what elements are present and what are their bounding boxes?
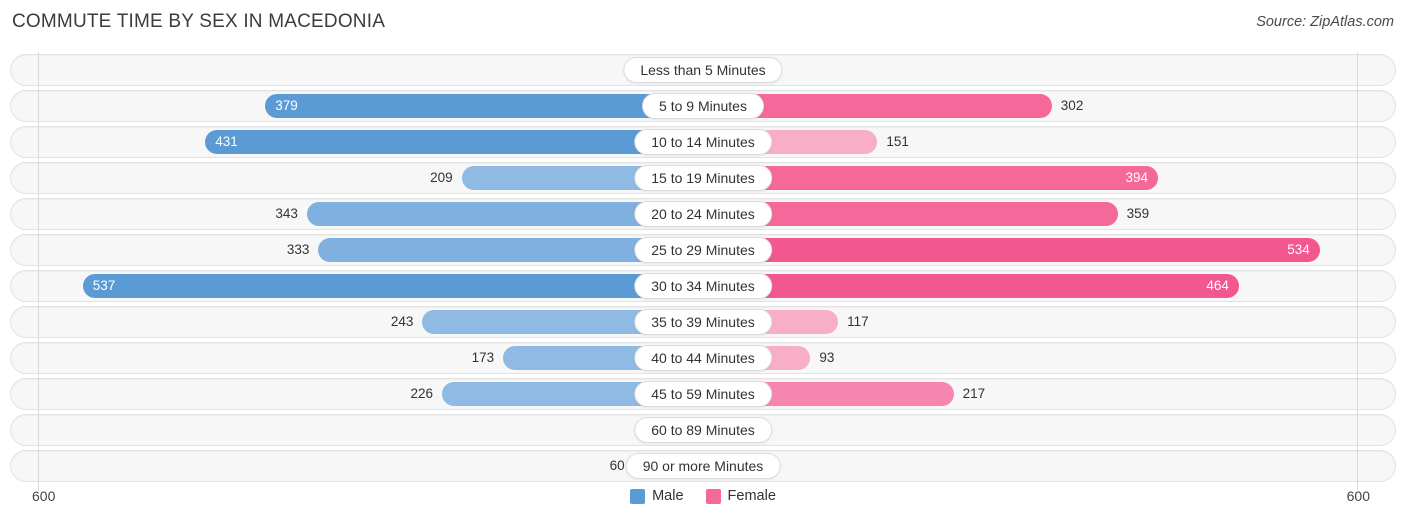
chart-row: 537 464 30 to 34 Minutes [10, 268, 1396, 304]
category-label: 20 to 24 Minutes [634, 201, 772, 227]
female-value-label: 302 [1060, 98, 1084, 114]
male-side: 333 [10, 234, 703, 266]
female-side: 117 [703, 306, 1396, 338]
axis-line-right [1357, 52, 1358, 490]
female-side: 151 [703, 126, 1396, 158]
male-side: 379 [10, 90, 703, 122]
category-label: 90 or more Minutes [625, 453, 781, 479]
axis-max-right-label: 600 [1346, 488, 1370, 504]
chart-row: 601890 or more Minutes [10, 448, 1396, 484]
male-side: 343 [10, 198, 703, 230]
category-label: 25 to 29 Minutes [634, 237, 772, 263]
male-bar[interactable]: 379 [265, 94, 703, 118]
male-value-label: 431 [215, 134, 238, 150]
male-side: 32 [10, 54, 703, 86]
female-side: 17 [703, 54, 1396, 86]
category-label: 45 to 59 Minutes [634, 381, 772, 407]
chart-row: 243 117 35 to 39 Minutes [10, 304, 1396, 340]
category-label: 40 to 44 Minutes [634, 345, 772, 371]
male-side: 34 [10, 414, 703, 446]
chart-row: 333 534 25 to 29 Minutes [10, 232, 1396, 268]
category-label: Less than 5 Minutes [623, 57, 783, 83]
chart-row: 379 302 5 to 9 Minutes [10, 88, 1396, 124]
male-bar[interactable]: 537 [82, 274, 703, 298]
legend-swatch-female [705, 488, 721, 504]
male-value-label: 343 [275, 206, 298, 222]
chart-row: 226 217 45 to 59 Minutes [10, 376, 1396, 412]
diverging-bar-plot: 3217Less than 5 Minutes 379 302 5 to 9 Minu… [10, 52, 1396, 490]
legend-item-female[interactable]: Female [705, 488, 776, 504]
chart-row: 3217Less than 5 Minutes [10, 52, 1396, 88]
female-value-label: 117 [847, 314, 869, 330]
male-side: 226 [10, 378, 703, 410]
male-bar[interactable]: 431 [205, 130, 703, 154]
category-label: 35 to 39 Minutes [634, 309, 772, 335]
male-value-label: 209 [430, 170, 453, 186]
legend-swatch-male [630, 488, 646, 504]
female-value-label: 151 [886, 134, 909, 150]
male-side: 431 [10, 126, 703, 158]
source-attribution: Source: ZipAtlas.com [1256, 14, 1394, 30]
male-side: 537 [10, 270, 703, 302]
female-side: 359 [703, 198, 1396, 230]
male-value-label: 226 [410, 386, 433, 402]
chart-row: 173 93 40 to 44 Minutes [10, 340, 1396, 376]
chart-page: COMMUTE TIME BY SEX IN MACEDONIA Source:… [0, 0, 1406, 523]
female-bar[interactable]: 464 [703, 274, 1239, 298]
female-value-label: 394 [1125, 170, 1149, 186]
chart-footer: 600 Male Female 600 [10, 486, 1396, 520]
female-value-label: 534 [1287, 242, 1310, 258]
female-bar[interactable]: 534 [703, 238, 1320, 262]
female-side: 534 [703, 234, 1396, 266]
chart-legend: Male Female [10, 488, 1396, 504]
category-label: 5 to 9 Minutes [642, 93, 764, 119]
female-value-label: 217 [962, 386, 986, 402]
chart-row: 431 151 10 to 14 Minutes [10, 124, 1396, 160]
male-side: 243 [10, 306, 703, 338]
male-value-label: 173 [471, 350, 495, 366]
male-side: 60 [10, 450, 703, 482]
male-value-label: 379 [275, 98, 298, 114]
chart-row: 343 359 20 to 24 Minutes [10, 196, 1396, 232]
category-label: 30 to 34 Minutes [634, 273, 772, 299]
male-side: 209 [10, 162, 703, 194]
female-side: 302 [703, 90, 1396, 122]
female-value-label: 359 [1126, 206, 1150, 222]
category-label: 15 to 19 Minutes [634, 165, 772, 191]
female-side: 18 [703, 450, 1396, 482]
legend-label-male: Male [652, 488, 684, 504]
female-value-label: 93 [819, 350, 835, 366]
female-side: 394 [703, 162, 1396, 194]
male-value-label: 243 [390, 314, 414, 330]
female-side: 464 [703, 270, 1396, 302]
axis-line-left [38, 52, 39, 490]
legend-label-female: Female [727, 488, 776, 504]
legend-item-male[interactable]: Male [630, 488, 684, 504]
chart-header: COMMUTE TIME BY SEX IN MACEDONIA Source:… [0, 0, 1406, 46]
male-side: 173 [10, 342, 703, 374]
female-side: 28 [703, 414, 1396, 446]
female-value-label: 464 [1206, 278, 1229, 294]
male-value-label: 537 [92, 278, 116, 294]
male-value-label: 333 [286, 242, 310, 258]
chart-row: 342860 to 89 Minutes [10, 412, 1396, 448]
category-label: 10 to 14 Minutes [634, 129, 772, 155]
chart-row: 209 394 15 to 19 Minutes [10, 160, 1396, 196]
page-title: COMMUTE TIME BY SEX IN MACEDONIA [12, 11, 386, 32]
female-side: 93 [703, 342, 1396, 374]
female-side: 217 [703, 378, 1396, 410]
category-label: 60 to 89 Minutes [634, 417, 772, 443]
